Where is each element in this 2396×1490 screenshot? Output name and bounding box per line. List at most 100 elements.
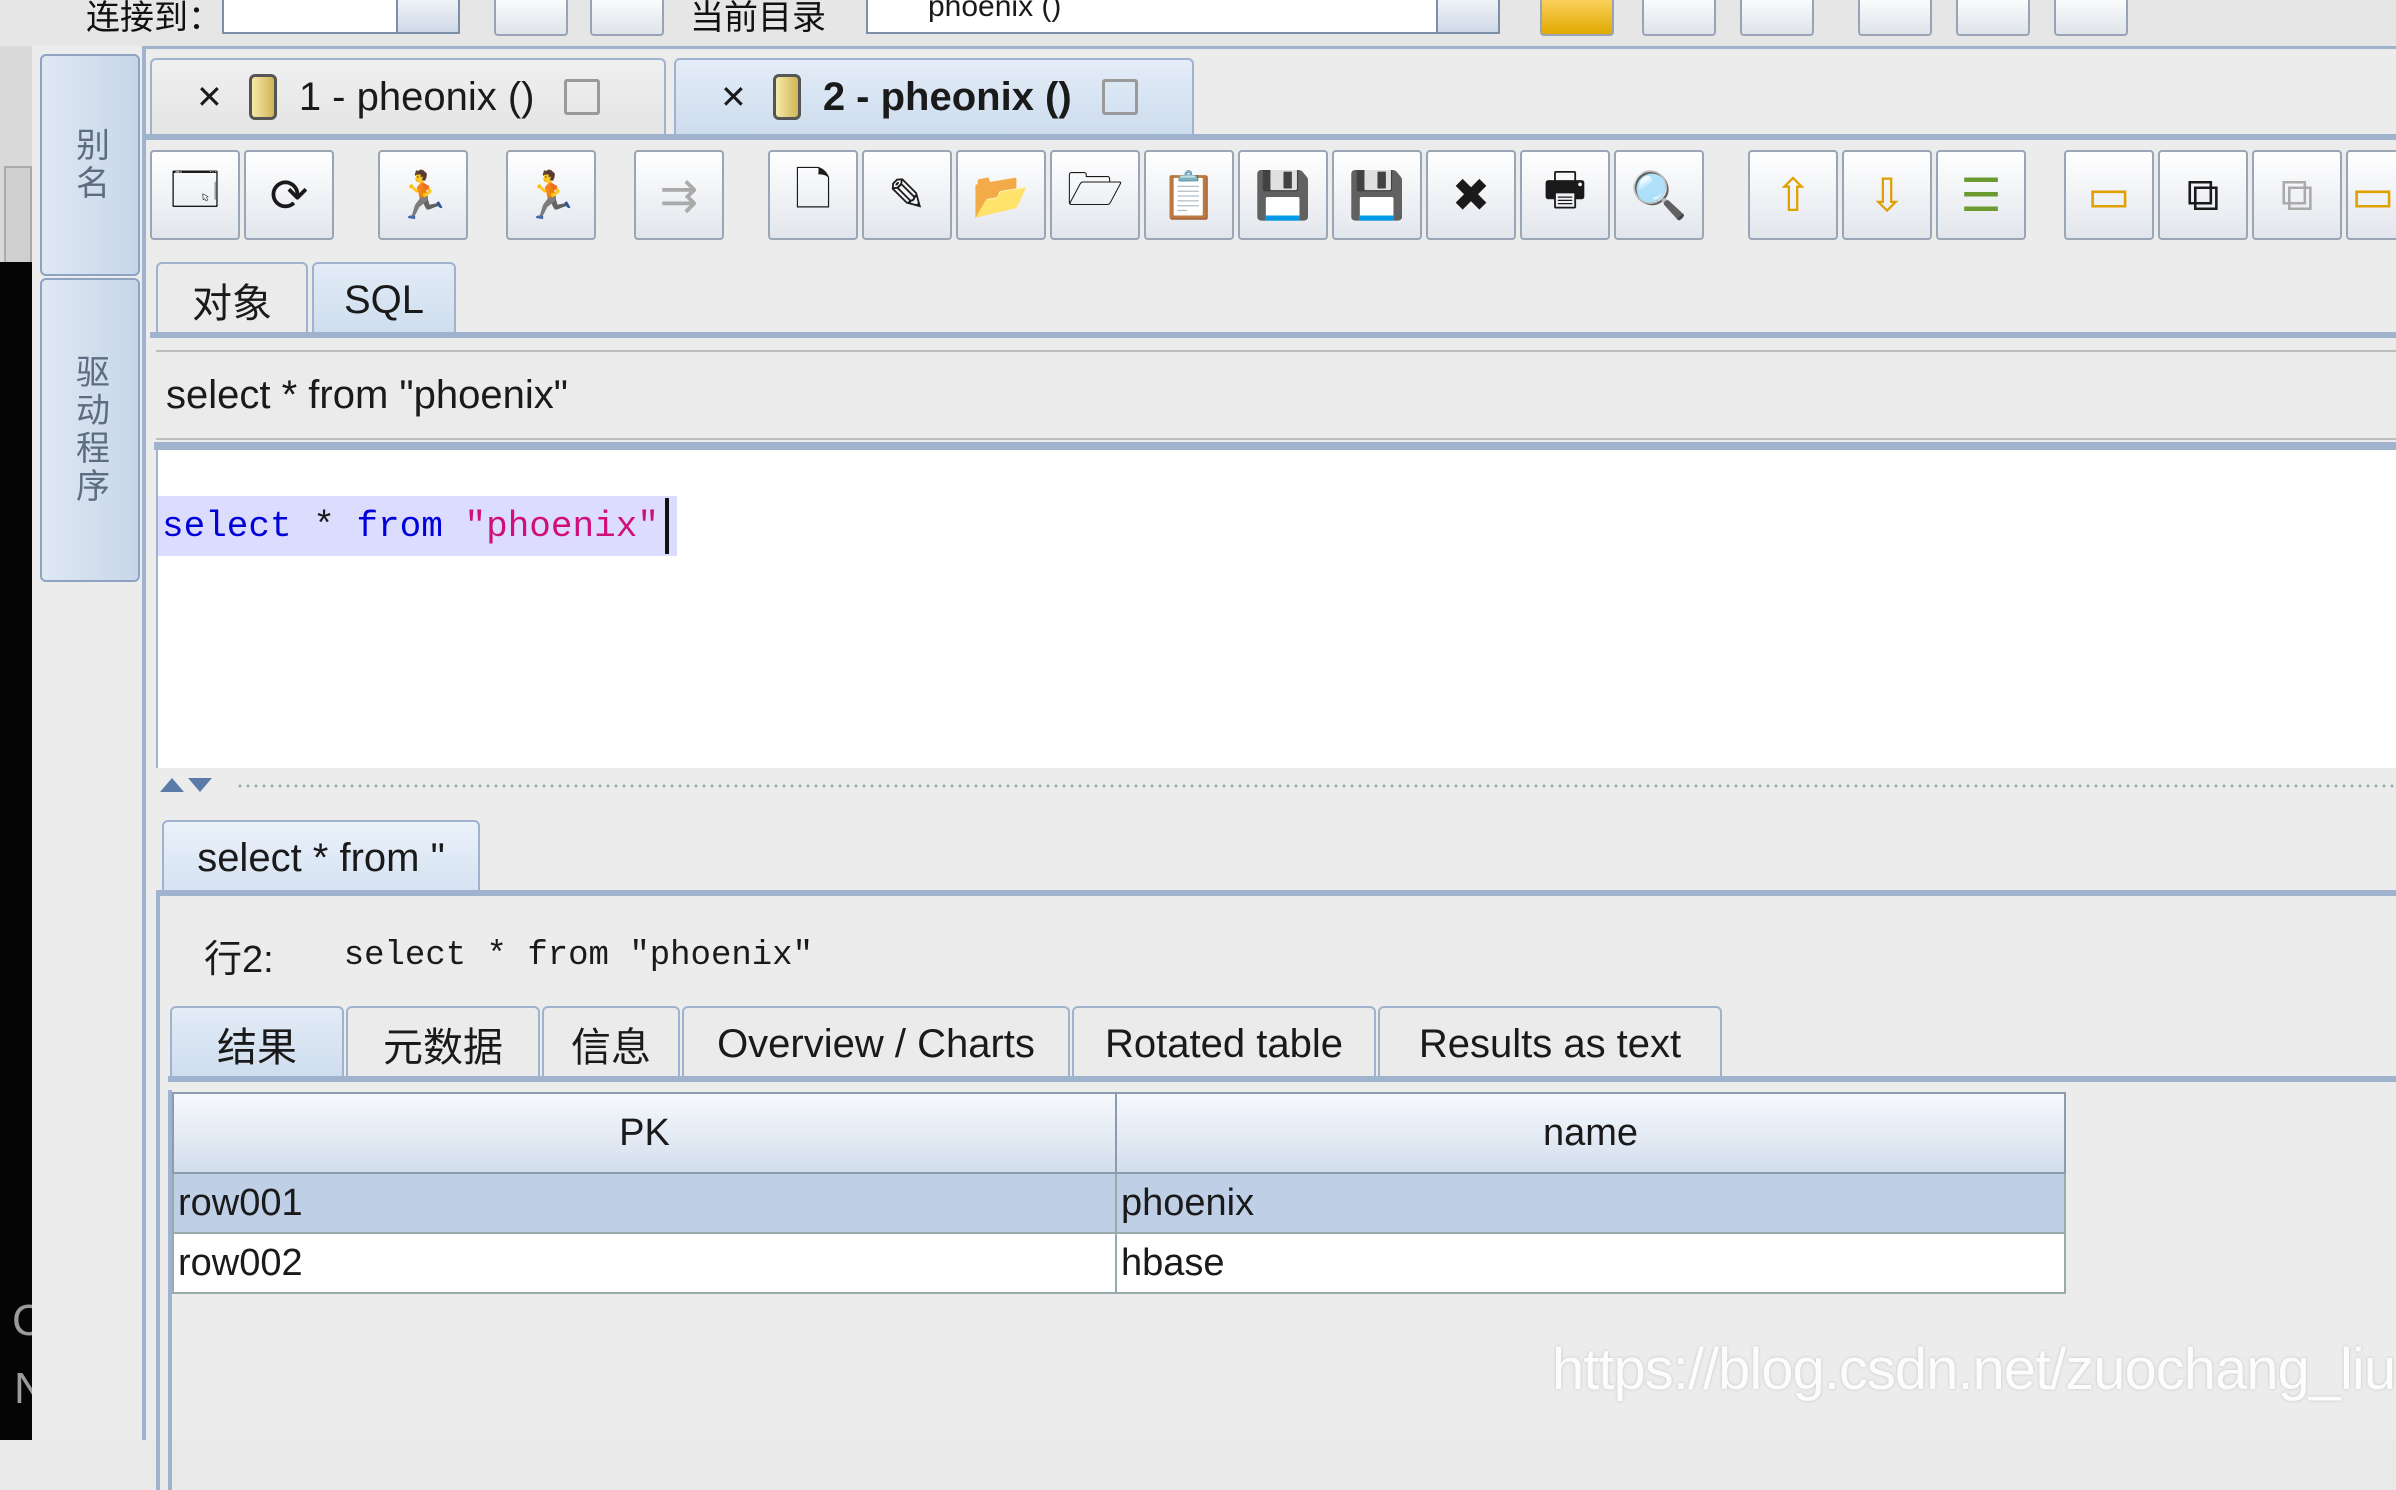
catalog-value: phoenix () [928, 0, 1062, 23]
up-arrow-icon[interactable]: ⇧ [1748, 150, 1838, 240]
tab-divider [156, 890, 2396, 896]
save-as-icon[interactable]: 💾 [1332, 150, 1422, 240]
catalog-combo[interactable]: phoenix () [866, 0, 1500, 34]
side-tab-panel: 别名 驱动程序 [32, 46, 146, 1440]
query-info: 行2: select * from "phoenix" [204, 928, 813, 983]
panel-border [156, 890, 160, 1490]
grid-cell[interactable]: row001 [172, 1172, 1117, 1234]
background-strip [0, 262, 32, 1440]
delete-icon[interactable]: ✖ [1426, 150, 1516, 240]
refresh-icon[interactable] [1642, 0, 1716, 36]
collapse-down-icon[interactable] [188, 778, 212, 792]
tab-label: 对象 [192, 282, 272, 326]
tab-connection-2[interactable]: ✕ 2 - pheonix () [674, 58, 1194, 134]
collapse-up-icon[interactable] [160, 778, 184, 792]
chevron-down-icon[interactable] [396, 0, 458, 32]
column-header-pk[interactable]: PK [172, 1092, 1117, 1174]
editor-border [154, 442, 2396, 450]
query-text: select * from "phoenix" [343, 936, 813, 975]
run-sql-icon[interactable]: 🏃 [378, 150, 468, 240]
close-icon[interactable]: ✕ [196, 78, 223, 116]
tab-overview-charts[interactable]: Overview / Charts [682, 1006, 1070, 1080]
open-session-icon[interactable]: 🗔 [150, 150, 240, 240]
connection-combo[interactable] [222, 0, 460, 34]
down-arrow-icon[interactable]: ⇩ [1842, 150, 1932, 240]
tab-query-result[interactable]: select * from " [162, 820, 480, 894]
open-folder-icon[interactable]: 📂 [956, 150, 1046, 240]
sql-history-value: select * from "phoenix" [166, 372, 568, 417]
tab-divider [168, 1076, 2396, 1082]
chevron-down-icon[interactable] [1436, 0, 1498, 32]
database-icon [248, 74, 277, 120]
grid-cell[interactable]: row002 [172, 1232, 1117, 1294]
toolbar-b-icon[interactable]: ⧉ [2158, 150, 2248, 240]
sidebar-tab-label: 别名 [70, 127, 109, 203]
sidebar-tab-label: 驱动程序 [70, 354, 109, 506]
stop-icon[interactable] [1740, 0, 1814, 36]
tab-results-as-text[interactable]: Results as text [1378, 1006, 1722, 1080]
tab-rotated-table[interactable]: Rotated table [1072, 1006, 1376, 1080]
table-row[interactable]: row001 phoenix [172, 1172, 2067, 1234]
tab-divider [146, 134, 2396, 140]
print-icon[interactable]: 🖶 [1520, 150, 1610, 240]
sidebar-tab-drivers[interactable]: 驱动程序 [40, 278, 140, 582]
grid-cell[interactable]: phoenix [1114, 1172, 2067, 1234]
tab-objects[interactable]: 对象 [156, 262, 308, 336]
close-icon[interactable]: ✕ [720, 78, 747, 116]
paste-icon[interactable]: 📋 [1144, 150, 1234, 240]
tab-connection-1[interactable]: ✕ 1 - pheonix () [150, 58, 666, 134]
grid-cell[interactable]: hbase [1114, 1232, 2067, 1294]
tab-label: 信息 [571, 1026, 651, 1070]
tab-label: 元数据 [383, 1026, 503, 1070]
table-row[interactable]: row002 hbase [172, 1232, 2067, 1294]
highlight-icon[interactable] [1540, 0, 1614, 36]
sql-line: select * from "phoenix" [158, 496, 677, 556]
table-name-token: "phoenix" [464, 505, 659, 547]
new-file-icon[interactable]: 🗋 [768, 150, 858, 240]
tab-label: 结果 [217, 1026, 297, 1070]
split-pane-divider[interactable] [156, 774, 2396, 798]
database-icon [772, 74, 801, 120]
tab-info[interactable]: 信息 [542, 1006, 680, 1080]
sql-editor[interactable]: select * from "phoenix" [156, 450, 2396, 768]
splitter-grip [236, 782, 2396, 792]
tab-label: Overview / Charts [717, 1021, 1035, 1066]
result-grid: PK name row001 phoenix row002 hbase [172, 1092, 2067, 1294]
new-file-star-icon[interactable]: ✎ [862, 150, 952, 240]
keyword-select: select [162, 505, 292, 547]
save-icon[interactable]: 💾 [1238, 150, 1328, 240]
window-icon[interactable] [1858, 0, 1932, 36]
star-token: * [313, 505, 335, 547]
left-window-edge [0, 46, 32, 290]
grid-header-row: PK name [172, 1092, 2067, 1174]
tab-label: 2 - pheonix () [822, 74, 1072, 119]
column-header-name[interactable]: name [1114, 1092, 2067, 1174]
tab-metadata[interactable]: 元数据 [346, 1006, 540, 1080]
tab-sql[interactable]: SQL [312, 262, 456, 336]
toolbar-c-icon[interactable]: ⧉ [2252, 150, 2342, 240]
recent-files-icon[interactable]: 🗁 [1050, 150, 1140, 240]
attach-icon[interactable] [494, 0, 568, 36]
tab-label: SQL [343, 277, 425, 322]
toolbar-a-icon[interactable]: ▭ [2064, 150, 2154, 240]
arrange-icon[interactable] [1956, 0, 2030, 36]
tab-label: Rotated table [1105, 1021, 1343, 1066]
session-window: ✕ 1 - pheonix () ✕ 2 - pheonix () 🗔 ⟳ 🏃 … [146, 50, 2396, 1490]
run-all-icon[interactable]: ⇉ [634, 150, 724, 240]
reconnect-icon[interactable]: ⟳ [244, 150, 334, 240]
detach-icon[interactable] [1101, 79, 1138, 115]
text-caret [664, 498, 669, 554]
connect-to-label: 连接到： [86, 0, 222, 37]
print-preview-icon[interactable]: 🔍 [1614, 150, 1704, 240]
tab-label: Results as text [1418, 1021, 1682, 1066]
list-icon[interactable]: ☰ [1936, 150, 2026, 240]
cascade-icon[interactable] [2054, 0, 2128, 36]
sidebar-tab-aliases[interactable]: 别名 [40, 54, 140, 276]
sql-history-combo[interactable]: select * from "phoenix" [156, 350, 2396, 440]
detach-icon[interactable] [564, 79, 601, 115]
connect-icon[interactable] [590, 0, 664, 36]
tab-results[interactable]: 结果 [170, 1006, 344, 1080]
run-current-icon[interactable]: 🏃 [506, 150, 596, 240]
toolbar-d-icon[interactable]: ▭ [2346, 150, 2396, 240]
watermark-text: https://blog.csdn.net/zuochang_liu [1552, 1337, 2396, 1402]
